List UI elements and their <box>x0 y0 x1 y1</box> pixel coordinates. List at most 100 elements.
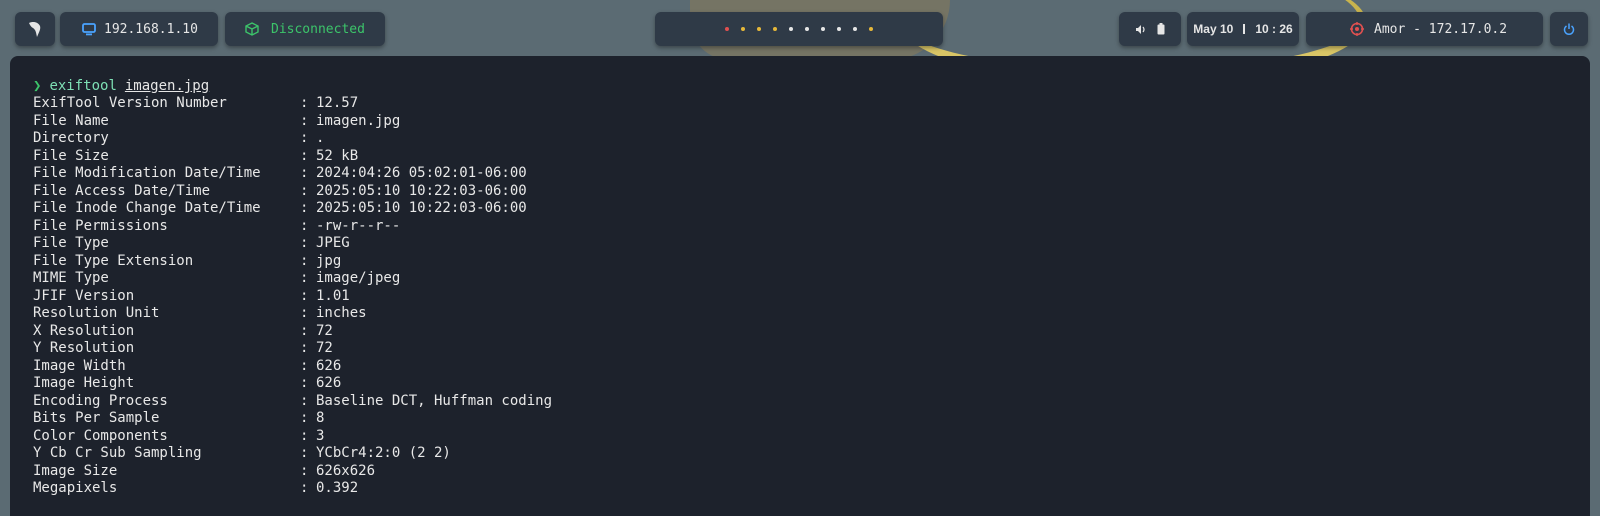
date-time-divider <box>1243 24 1246 34</box>
battery-icon[interactable] <box>1157 23 1165 35</box>
field-value: 72 <box>316 340 333 356</box>
field-separator: : <box>300 217 309 234</box>
field-value: 0.392 <box>316 480 359 496</box>
field-name: Encoding Process <box>33 392 168 409</box>
ip-address: 192.168.1.10 <box>104 21 198 37</box>
field-name: Image Height <box>33 375 135 391</box>
field-value: Baseline DCT, Huffman coding <box>316 392 553 409</box>
date-label: May 10 <box>1193 22 1234 36</box>
output-row: Megapixels:0.392 <box>33 480 1590 498</box>
field-name: ExifTool Version Number <box>33 95 227 111</box>
output-row: Color Components:3 <box>33 428 1590 446</box>
field-separator: : <box>300 392 309 409</box>
field-value: . <box>316 130 325 146</box>
output-row: Y Resolution:72 <box>33 340 1590 358</box>
output-row: Bits Per Sample:8 <box>33 410 1590 428</box>
field-separator: : <box>300 427 309 444</box>
field-name: File Size <box>33 147 109 164</box>
target-widget[interactable]: Amor - 172.17.0.2 <box>1306 12 1543 46</box>
field-name: File Name <box>33 112 109 129</box>
output-row: Directory:. <box>33 130 1590 148</box>
terminal-window[interactable]: ❯ exiftool imagen.jpg ExifTool Version Num… <box>10 56 1590 516</box>
field-name: Image Size <box>33 462 118 479</box>
field-value: image/jpeg <box>316 270 401 286</box>
field-name: File Permissions <box>33 217 168 234</box>
target-icon <box>1350 22 1364 36</box>
vpn-status: Disconnected <box>271 21 365 37</box>
output-row: Image Width:626 <box>33 358 1590 376</box>
command-argument: imagen.jpg <box>124 78 210 94</box>
field-separator: : <box>300 357 309 374</box>
ip-widget[interactable]: 192.168.1.10 <box>60 12 218 46</box>
field-value: 3 <box>316 427 325 444</box>
system-tray[interactable] <box>1119 12 1181 46</box>
field-value: 52 kB <box>316 147 359 164</box>
field-separator: : <box>300 200 309 216</box>
volume-icon[interactable] <box>1135 24 1147 35</box>
output-row: Encoding Process: Baseline DCT, Huffman c… <box>33 393 1590 411</box>
output-row: File Name: imagen.jpg <box>33 113 1590 131</box>
field-value: jpg <box>316 252 342 269</box>
output-row: File Inode Change Date/Time:2025:05:10 1… <box>33 200 1590 218</box>
field-value: 2025:05:10 10:22:03-06:00 <box>316 200 527 216</box>
launcher-button[interactable] <box>15 12 55 46</box>
output-row: Image Size:626x626 <box>33 463 1590 481</box>
workspace-dot[interactable] <box>757 27 761 31</box>
field-name: Y Cb Cr Sub Sampling <box>33 445 202 461</box>
output-row: ExifTool Version Number:12.57 <box>33 95 1590 113</box>
workspace-dot[interactable] <box>853 27 857 31</box>
field-value: 626x626 <box>316 462 376 479</box>
field-separator: : <box>300 287 309 304</box>
workspace-dot[interactable] <box>821 27 825 31</box>
field-value: imagen.jpg <box>316 112 401 129</box>
output-row: File Type Extension: jpg <box>33 253 1590 271</box>
field-separator: : <box>300 130 309 146</box>
field-name: Directory <box>33 130 109 146</box>
power-button[interactable] <box>1550 12 1588 46</box>
field-separator: : <box>300 252 309 269</box>
field-separator: : <box>300 95 309 111</box>
output-row: File Access Date/Time:2025:05:10 10:22:0… <box>33 183 1590 201</box>
field-name: Bits Per Sample <box>33 410 160 426</box>
field-value: 72 <box>316 322 333 339</box>
output-row: Resolution Unit: inches <box>33 305 1590 323</box>
output-row: JFIF Version:1.01 <box>33 288 1590 306</box>
workspace-dot[interactable] <box>869 27 873 31</box>
field-name: File Modification Date/Time <box>33 165 261 181</box>
workspace-dot[interactable] <box>725 27 729 31</box>
field-name: Megapixels <box>33 480 118 496</box>
power-icon <box>1563 23 1575 35</box>
workspace-dot[interactable] <box>789 27 793 31</box>
output-row: X Resolution:72 <box>33 323 1590 341</box>
field-name: File Type <box>33 235 109 251</box>
field-separator: : <box>300 112 309 129</box>
kali-dragon-icon <box>29 22 41 37</box>
workspace-dot[interactable] <box>773 27 777 31</box>
workspace-dot[interactable] <box>741 27 745 31</box>
output-row: File Type: JPEG <box>33 235 1590 253</box>
workspace-dot[interactable] <box>805 27 809 31</box>
clock-widget[interactable]: May 10 10 : 26 <box>1187 12 1299 46</box>
field-separator: : <box>300 147 309 164</box>
field-name: Image Width <box>33 357 126 374</box>
field-name: File Inode Change Date/Time <box>33 200 261 216</box>
field-name: Y Resolution <box>33 340 135 356</box>
field-separator: : <box>300 235 309 251</box>
output-row: MIME Type: image/jpeg <box>33 270 1590 288</box>
field-value: 8 <box>316 410 325 426</box>
field-value: 2025:05:10 10:22:03-06:00 <box>316 182 527 199</box>
output-row: Image Height:626 <box>33 375 1590 393</box>
target-label: Amor - 172.17.0.2 <box>1374 21 1508 37</box>
field-name: Color Components <box>33 427 168 444</box>
workspace-switcher[interactable] <box>655 12 943 46</box>
exif-output: ExifTool Version Number:12.57 File Name: i… <box>33 95 1590 498</box>
output-row: File Modification Date/Time:2024:04:26 0… <box>33 165 1590 183</box>
vpn-widget[interactable]: Disconnected <box>225 12 385 46</box>
field-name: MIME Type <box>33 270 109 286</box>
field-name: X Resolution <box>33 322 135 339</box>
workspace-dot[interactable] <box>837 27 841 31</box>
field-separator: : <box>300 410 309 426</box>
output-row: File Permissions: -rw-r--r-- <box>33 218 1590 236</box>
field-value: 626 <box>316 375 342 391</box>
field-value: 2024:04:26 05:02:01-06:00 <box>316 165 527 181</box>
